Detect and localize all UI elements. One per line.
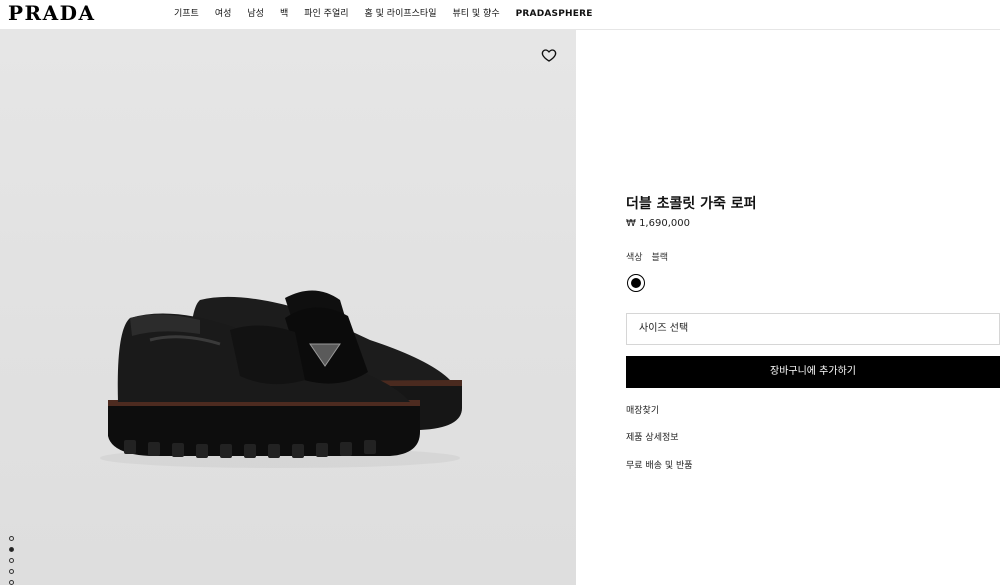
product-title: 더블 초콜릿 가죽 로퍼 xyxy=(626,196,757,212)
color-row: 색상 블랙 xyxy=(626,250,674,263)
color-swatch-black[interactable] xyxy=(627,274,645,292)
slide-dot[interactable] xyxy=(9,580,14,585)
color-label: 색상 xyxy=(626,253,643,263)
size-select[interactable]: 사이즈 선택 xyxy=(626,313,1000,345)
nav-item-beauty[interactable]: 뷰티 및 향수 xyxy=(452,0,499,28)
nav-item-gift[interactable]: 기프트 xyxy=(174,0,199,28)
product-image-gallery[interactable] xyxy=(0,30,576,585)
product-info-panel: 더블 초콜릿 가죽 로퍼 ₩ 1,690,000 색상 블랙 사이즈 선택 장바… xyxy=(626,0,1000,585)
store-locator-link[interactable]: 매장찾기 xyxy=(626,403,659,416)
nav-item-fine-jewelry[interactable]: 파인 주얼리 xyxy=(304,0,348,28)
product-price: ₩ 1,690,000 xyxy=(626,218,690,229)
add-to-cart-button[interactable]: 장바구니에 추가하기 xyxy=(626,356,1000,388)
color-value: 블랙 xyxy=(651,253,668,263)
product-details-link[interactable]: 제품 상세정보 xyxy=(626,430,679,443)
shipping-returns-link[interactable]: 무료 배송 및 반품 xyxy=(626,458,693,471)
nav-item-pradasphere[interactable]: PRADASPHERE xyxy=(516,0,593,28)
prada-logo[interactable]: PRADA xyxy=(8,2,96,24)
slide-dot[interactable] xyxy=(9,569,14,574)
heart-icon[interactable] xyxy=(541,47,557,63)
nav-item-men[interactable]: 남성 xyxy=(247,0,264,28)
slide-dot-active[interactable] xyxy=(9,547,14,552)
slide-dot[interactable] xyxy=(9,558,14,563)
slide-dot[interactable] xyxy=(9,536,14,541)
nav-item-bags[interactable]: 백 xyxy=(280,0,288,28)
nav-item-home-lifestyle[interactable]: 홈 및 라이프스타일 xyxy=(365,0,437,28)
main-nav: 기프트 여성 남성 백 파인 주얼리 홈 및 라이프스타일 뷰티 및 향수 PR… xyxy=(174,0,609,28)
nav-item-women[interactable]: 여성 xyxy=(215,0,232,28)
product-image xyxy=(100,290,462,468)
slide-indicator xyxy=(9,536,14,585)
